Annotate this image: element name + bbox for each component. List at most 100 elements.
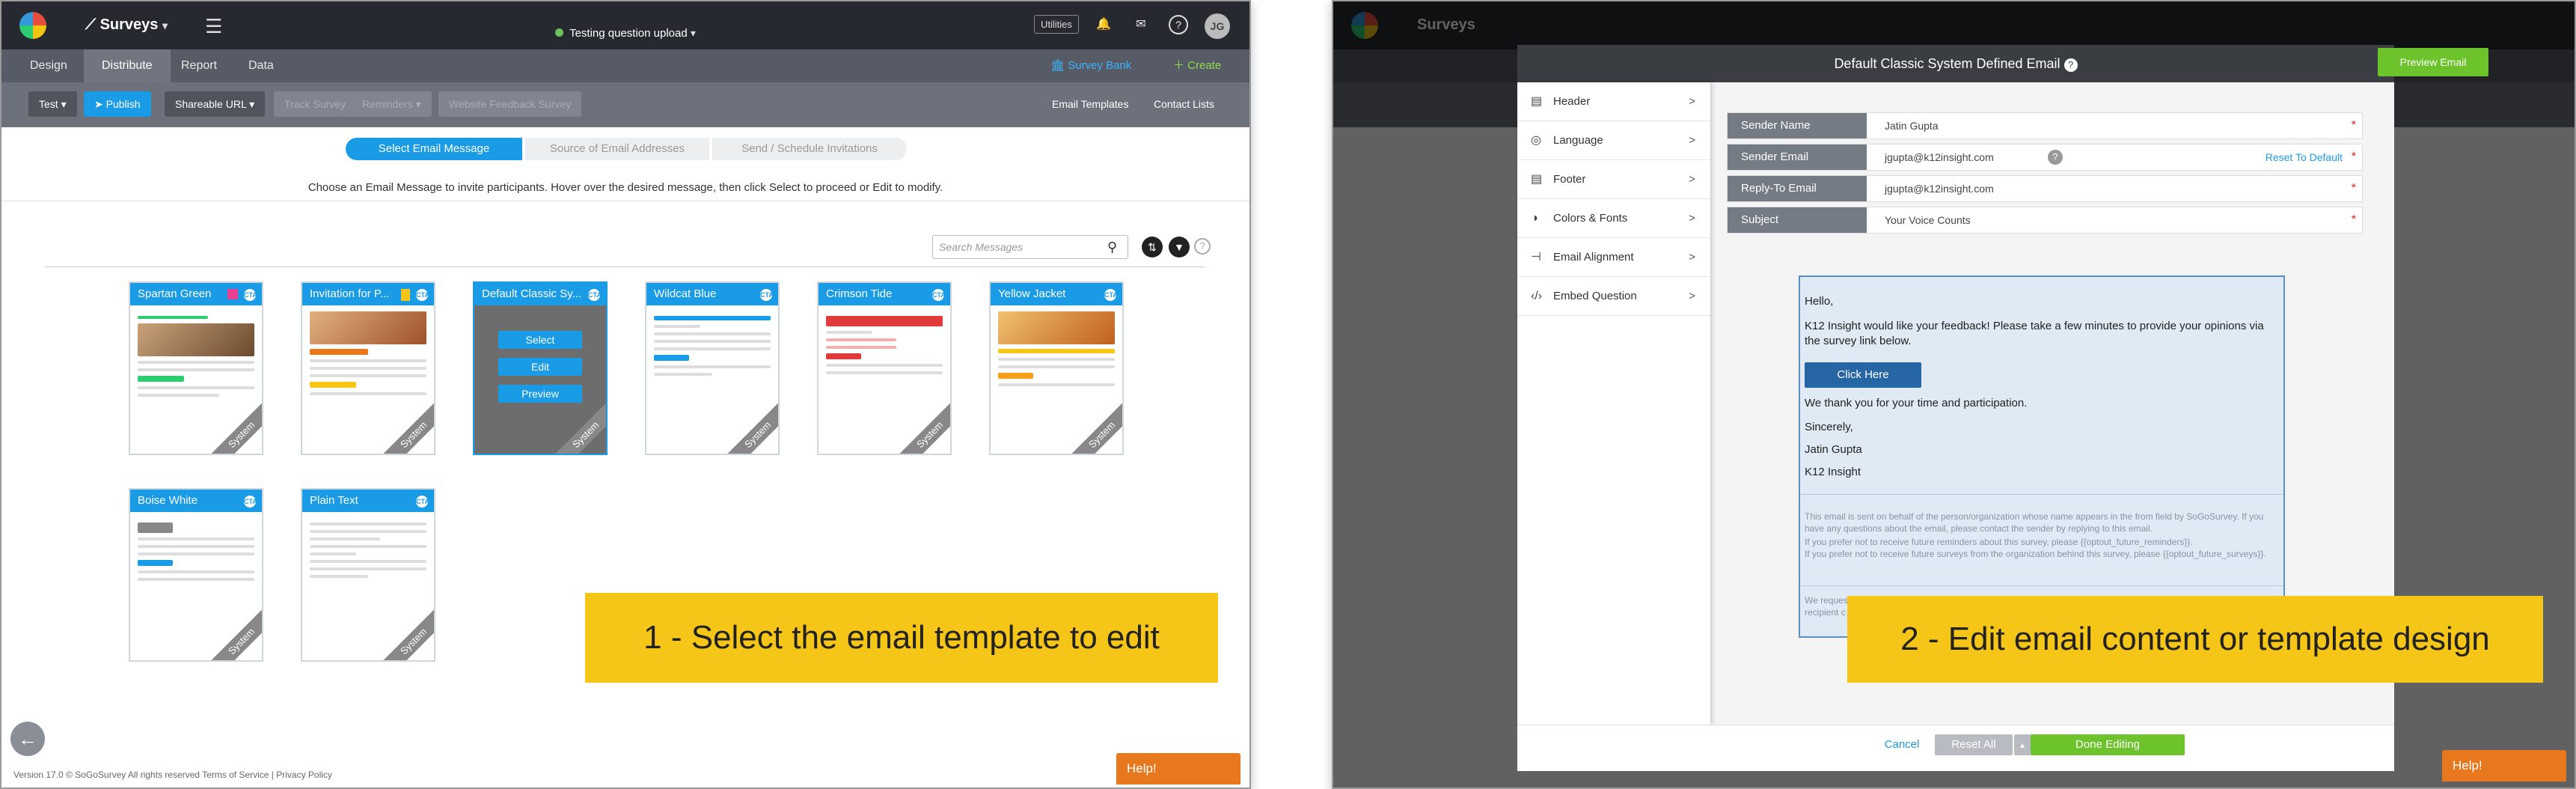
back-arrow-icon[interactable]: ← [10, 722, 45, 756]
chevron-up-icon[interactable]: ▴ [2014, 734, 2031, 755]
cta-badge: CTA [414, 494, 429, 509]
align-icon: ⊣ [1531, 251, 1541, 263]
cancel-button[interactable]: Cancel [1879, 734, 1924, 755]
publish-label: Publish [105, 98, 141, 110]
sidebar-item-language[interactable]: ◎ Language > [1517, 121, 1710, 160]
tab-distribute[interactable]: Distribute [84, 49, 171, 82]
shareable-url-dropdown[interactable]: Shareable URL ▾ [165, 91, 266, 117]
tab-design[interactable]: Design [12, 49, 85, 82]
template-card[interactable]: Plain Text CTA System [301, 488, 435, 662]
template-thumbnail [310, 518, 426, 653]
sidebar-item-label: Email Alignment [1553, 251, 1634, 263]
click-here-button[interactable]: Click Here [1805, 362, 1921, 388]
cta-badge: CTA [1103, 287, 1118, 302]
template-card[interactable]: Yellow Jacket CTA System [989, 281, 1124, 455]
template-card[interactable]: Invitation for P... CTA System [301, 281, 435, 455]
sidebar-item-label: Embed Question [1553, 290, 1637, 302]
template-card[interactable]: Crimson Tide CTA System [817, 281, 952, 455]
cta-badge: CTA [931, 287, 946, 302]
template-card[interactable]: Spartan Green CTA System [129, 281, 263, 455]
reset-all-button[interactable]: Reset All [1935, 734, 2013, 755]
step-send-schedule[interactable]: Send / Schedule Invitations [712, 138, 907, 160]
step-source-addresses[interactable]: Source of Email Addresses [525, 138, 709, 160]
help-icon[interactable]: ? [2063, 58, 2078, 72]
tab-data[interactable]: Data [230, 49, 292, 82]
tag-icon [227, 289, 238, 299]
avatar[interactable]: JG [1205, 13, 1230, 39]
chevron-down-icon: ▾ [690, 27, 696, 39]
top-bar: ⟋ Surveys ▾ ☰ Testing question upload ▾ … [1, 1, 1249, 49]
tab-report[interactable]: Report [163, 49, 235, 82]
track-survey-button[interactable]: Track Survey [274, 91, 356, 117]
survey-name: Testing question upload [569, 27, 688, 40]
sidebar-item-footer[interactable]: ▤ Footer > [1517, 160, 1710, 199]
bell-icon[interactable]: 🔔 [1094, 15, 1113, 34]
filter-icon[interactable]: ▼ [1169, 237, 1190, 258]
sidebar-item-header[interactable]: ▤ Header > [1517, 82, 1710, 121]
preview-email-button[interactable]: Preview Email [2378, 48, 2488, 76]
sidebar-item-email-alignment[interactable]: ⊣ Email Alignment > [1517, 238, 1710, 277]
website-feedback-button[interactable]: Website Feedback Survey [438, 91, 582, 117]
contact-lists-link[interactable]: Contact Lists [1154, 91, 1214, 117]
sidebar-item-label: Colors & Fonts [1553, 212, 1628, 225]
help-icon[interactable]: ? [1169, 15, 1188, 34]
create-link[interactable]: ＋ Create [1173, 49, 1221, 82]
help-icon[interactable]: ? [1194, 238, 1211, 255]
preview-button[interactable]: Preview [498, 385, 582, 403]
palette-icon: ◑ [1531, 212, 1538, 225]
help-button[interactable]: Help! [1116, 753, 1240, 785]
field-value: Your Voice Counts [1885, 214, 1971, 226]
step-select-email[interactable]: Select Email Message [346, 138, 522, 160]
survey-bank-label: Survey Bank [1068, 59, 1132, 72]
survey-bank-link[interactable]: 🏛 Survey Bank [1050, 49, 1131, 82]
modal-footer: Cancel Reset All ▴ Done Editing [1517, 725, 2394, 771]
select-button[interactable]: Select [498, 331, 582, 349]
email-templates-link[interactable]: Email Templates [1052, 91, 1128, 117]
callout-step-2: 2 - Edit email content or template desig… [1847, 596, 2543, 683]
done-editing-button[interactable]: Done Editing [2031, 734, 2185, 755]
email-optout-reminders: If you prefer not to receive future remi… [1805, 537, 2193, 547]
embed-icon: ‹/› [1531, 290, 1543, 302]
subject-field[interactable]: Subject Your Voice Counts * [1727, 207, 2363, 234]
sender-email-field[interactable]: Sender Email jgupta@k12insight.com? Reset … [1727, 144, 2363, 171]
required-icon: * [2351, 150, 2356, 163]
email-thanks: We thank you for your time and participa… [1805, 397, 2028, 409]
edit-button[interactable]: Edit [498, 358, 582, 376]
test-dropdown[interactable]: Test ▾ [28, 91, 77, 117]
utilities-button[interactable]: Utilities [1034, 15, 1079, 34]
email-optout-surveys: If you prefer not to receive future surv… [1805, 549, 2266, 559]
template-card[interactable]: Wildcat Blue CTA System [645, 281, 780, 455]
sidebar-item-colors-fonts[interactable]: ◑ Colors & Fonts > [1517, 199, 1710, 238]
email-greeting: Hello, [1805, 295, 1834, 308]
plus-icon: ＋ [1173, 59, 1188, 72]
reset-to-default-link[interactable]: Reset To Default [2266, 144, 2343, 170]
template-card[interactable]: Boise White CTA System [129, 488, 263, 662]
footer-icon: ▤ [1531, 173, 1543, 186]
sender-name-field[interactable]: Sender Name Jatin Gupta * [1727, 112, 2363, 139]
reminders-dropdown[interactable]: Reminders ▾ [352, 91, 432, 117]
template-thumbnail [310, 311, 426, 446]
search-icon[interactable]: ⚲ [1107, 240, 1117, 255]
email-body-editor[interactable]: Hello, K12 Insight would like your feedb… [1799, 275, 2285, 638]
send-icon: ➤ [94, 98, 106, 110]
nav-bar: Design Distribute Report Data 🏛 Survey B… [1, 49, 1249, 82]
required-icon: * [2351, 119, 2356, 132]
sort-icon[interactable]: ⇅ [1142, 237, 1163, 258]
chevron-right-icon: > [1689, 212, 1695, 225]
chat-icon[interactable]: ✉ [1131, 15, 1151, 34]
template-card-selected[interactable]: Default Classic Sy... CTA Select Edit Pr… [473, 281, 608, 455]
shareable-url-label: Shareable URL [175, 98, 247, 110]
chevron-right-icon: > [1689, 290, 1695, 302]
help-icon[interactable]: ? [2048, 150, 2063, 165]
test-label: Test [39, 98, 58, 110]
divider [1800, 585, 2283, 586]
chevron-right-icon: > [1689, 95, 1695, 108]
reply-to-email-field[interactable]: Reply-To Email jgupta@k12insight.com * [1727, 175, 2363, 202]
sidebar-item-embed-question[interactable]: ‹/› Embed Question > [1517, 277, 1710, 316]
design-sidebar: ▤ Header > ◎ Language > ▤ Footer > ◑ Colors & F… [1517, 82, 1710, 725]
publish-button[interactable]: ➤ Publish [84, 91, 151, 117]
template-thumbnail [138, 311, 254, 446]
help-button[interactable]: Help! [2442, 750, 2566, 782]
chevron-right-icon: > [1689, 173, 1695, 186]
search-messages-input[interactable]: Search Messages [932, 235, 1128, 259]
